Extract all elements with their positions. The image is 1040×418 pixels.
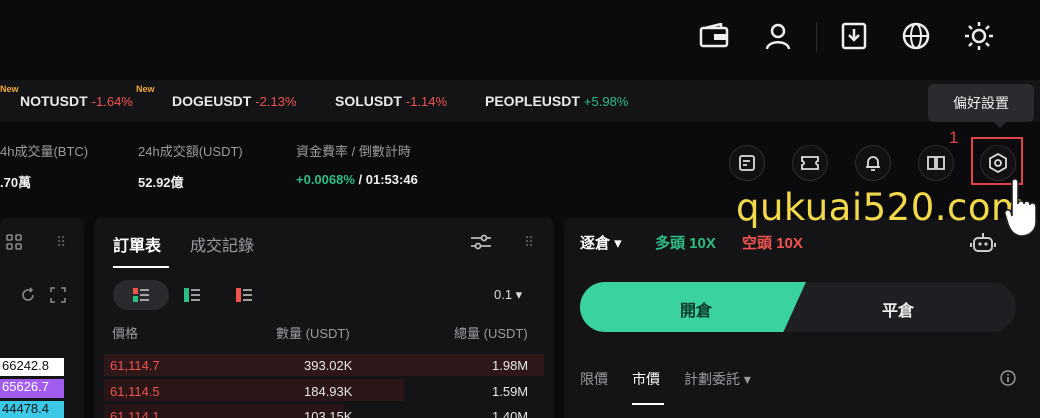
bot-icon[interactable] (970, 232, 996, 259)
settings-sliders-icon[interactable] (470, 232, 492, 257)
alert-bell-button[interactable] (855, 145, 891, 181)
fullscreen-icon[interactable] (50, 287, 66, 308)
step-number: 1 (949, 128, 959, 147)
ticket-button[interactable] (792, 145, 828, 181)
info-icon[interactable] (1000, 370, 1016, 391)
ask-total: 1.59M (492, 384, 529, 399)
price-tag: 66242.8 (0, 358, 64, 376)
notes-button[interactable] (729, 145, 765, 181)
ask-qty: 103.15K (304, 409, 353, 418)
replay-icon[interactable] (20, 287, 36, 308)
drag-handle-icon[interactable]: ⠿ (524, 234, 534, 251)
volume-btc-value: .70萬 (0, 175, 32, 190)
new-badge: New (0, 84, 19, 94)
volume-usdt-value: 52.92億 (138, 175, 184, 190)
ticker-item[interactable]: SOLUSDT -1.14% (335, 93, 447, 109)
new-badge: New (136, 84, 155, 94)
close-position-tab[interactable]: 平倉 (882, 297, 914, 321)
countdown: / 01:53:46 (354, 172, 418, 187)
col-price-header: 價格 (112, 326, 139, 341)
short-leverage[interactable]: 空頭 10X (742, 232, 803, 253)
ask-qty: 393.02K (304, 358, 353, 373)
grid-layout-icon[interactable] (6, 234, 22, 255)
volume-btc-label: 4h成交量(BTC) (0, 144, 89, 159)
watermark: qukuai520.com (736, 186, 1028, 229)
hand-cursor-icon (1004, 178, 1040, 243)
top-bar (0, 0, 1040, 76)
ask-qty: 184.93K (304, 384, 353, 399)
funding-label: 資金費率 / 倒數計時 (296, 144, 411, 159)
preferences-tooltip: 偏好設置 (928, 84, 1034, 128)
col-total-header: 總量 (USDT) (454, 326, 528, 341)
orderbook-asks-icon[interactable] (236, 287, 252, 308)
precision-select[interactable]: 0.1 ▾ (494, 287, 522, 303)
order-type-underline (632, 403, 664, 405)
price-tag: 44478.4 (0, 401, 64, 418)
orderbook-both-icon (133, 287, 149, 308)
book-button[interactable] (918, 145, 954, 181)
tab-trades[interactable]: 成交記錄 (190, 232, 254, 256)
drag-handle-icon[interactable]: ⠿ (56, 234, 66, 251)
long-leverage[interactable]: 多頭 10X (655, 232, 716, 253)
divider (816, 22, 817, 52)
ask-price[interactable]: 61,114.1 (110, 409, 160, 418)
margin-mode-select[interactable]: 逐倉 ▾ (580, 232, 622, 253)
globe-icon[interactable] (900, 20, 932, 52)
funding-rate: +0.0068% (296, 172, 355, 187)
col-qty-header: 數量 (USDT) (276, 326, 350, 341)
order-type-trigger[interactable]: 計劃委託 ▾ (684, 369, 751, 389)
ticker-item[interactable]: DOGEUSDT -2.13% (172, 93, 297, 109)
ask-price[interactable]: 61,114.7 (110, 358, 160, 373)
download-icon[interactable] (838, 20, 870, 52)
ticker-item[interactable]: NOTUSDT -1.64% (20, 93, 133, 109)
ask-total: 1.98M (492, 358, 529, 373)
ask-total: 1.40M (492, 409, 529, 418)
theme-sun-icon[interactable] (963, 20, 995, 52)
ask-price[interactable]: 61,114.5 (110, 384, 160, 399)
order-type-limit[interactable]: 限價 (580, 369, 608, 389)
ticker-item[interactable]: PEOPLEUSDT +5.98% (485, 93, 628, 109)
volume-usdt-label: 24h成交額(USDT) (138, 144, 243, 159)
orderbook-bids-icon[interactable] (184, 287, 200, 308)
tab-orderbook[interactable]: 訂單表 (113, 232, 161, 256)
price-tag: 65626.7 (0, 379, 64, 398)
funding-value: +0.0068% / 01:53:46 (296, 172, 418, 187)
user-icon[interactable] (762, 20, 794, 52)
wallet-icon[interactable] (698, 20, 730, 52)
order-type-market[interactable]: 市價 (632, 369, 660, 389)
open-position-label: 開倉 (680, 303, 713, 320)
tab-underline (113, 266, 169, 268)
